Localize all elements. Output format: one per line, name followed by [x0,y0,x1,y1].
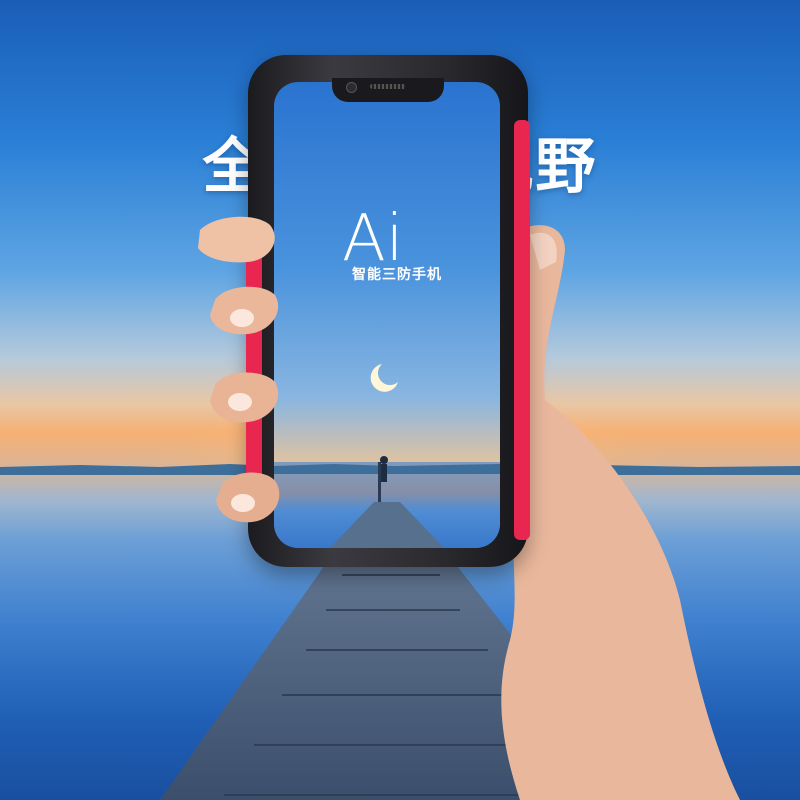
hand-fingers-front [198,216,280,523]
